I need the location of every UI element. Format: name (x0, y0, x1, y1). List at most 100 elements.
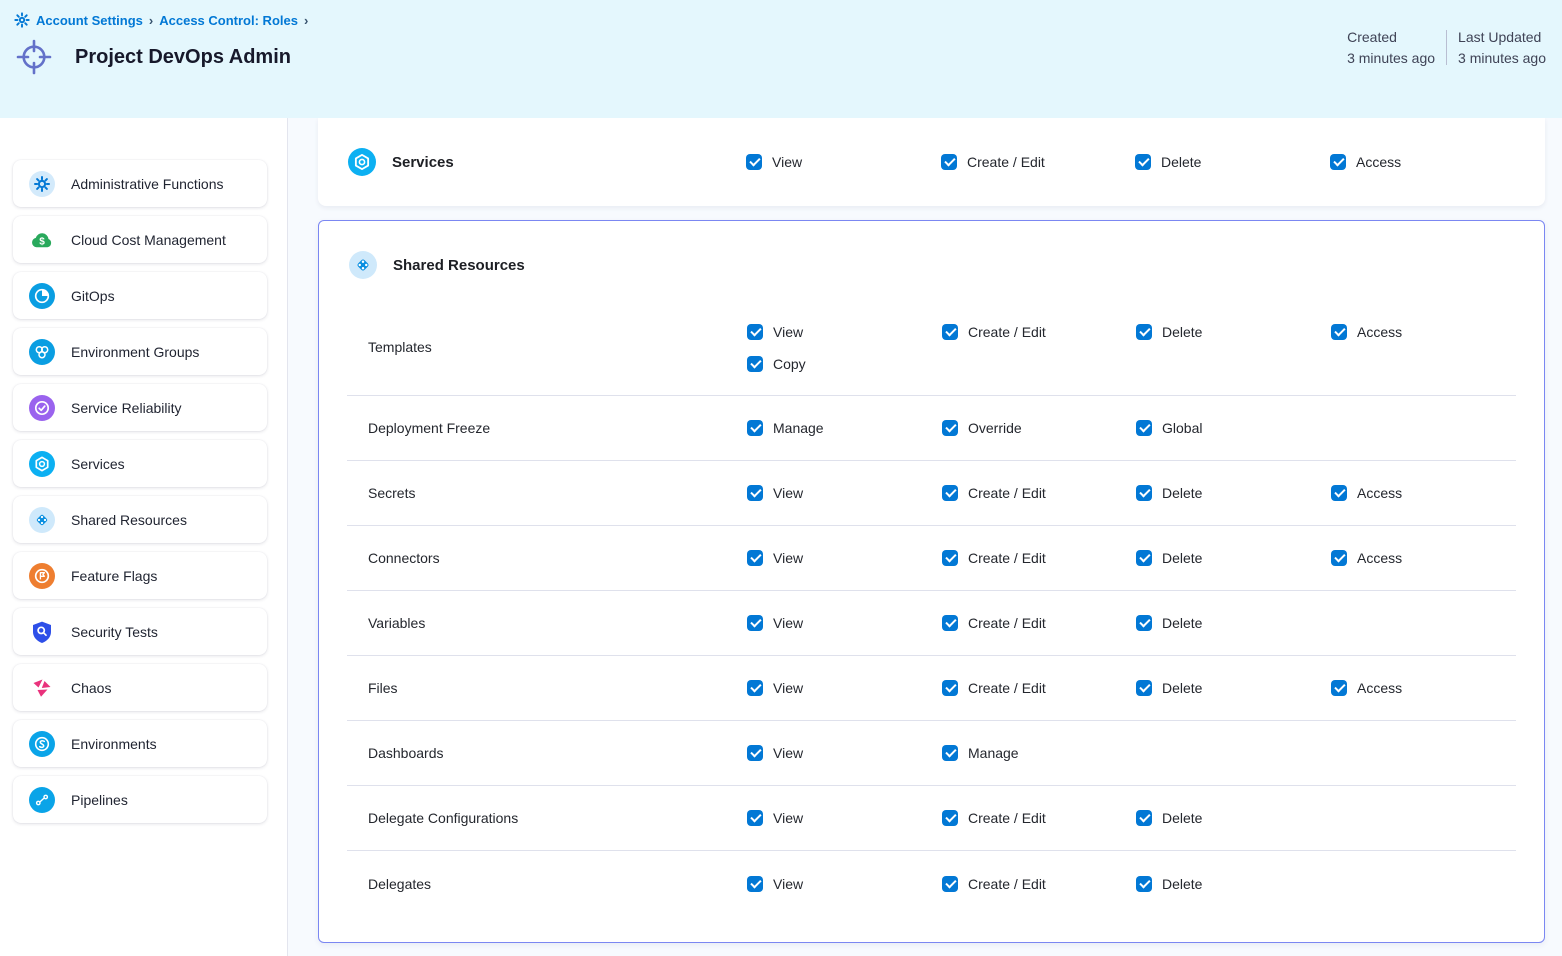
services-view-checkbox[interactable]: View (746, 154, 941, 170)
sidebar-item-shared-resources[interactable]: Shared Resources (13, 496, 267, 543)
sidebar-item-environment-groups[interactable]: Environment Groups (13, 328, 267, 375)
variables-view-checkbox[interactable]: View (747, 615, 942, 631)
checkbox-checked-icon[interactable] (942, 550, 958, 566)
files-view-checkbox[interactable]: View (747, 680, 942, 696)
breadcrumb: Account Settings › Access Control: Roles… (0, 0, 1562, 28)
checkbox-checked-icon[interactable] (1136, 550, 1152, 566)
created-value: 3 minutes ago (1347, 49, 1435, 67)
services-icon (348, 148, 376, 176)
dashboards-manage-checkbox[interactable]: Manage (942, 745, 1136, 761)
templates-access-checkbox[interactable]: Access (1331, 324, 1516, 340)
files-create-edit-checkbox[interactable]: Create / Edit (942, 680, 1136, 696)
checkbox-checked-icon[interactable] (1331, 485, 1347, 501)
checkbox-checked-icon[interactable] (747, 745, 763, 761)
sidebar-item-pipelines[interactable]: Pipelines (13, 776, 267, 823)
secrets-view-checkbox[interactable]: View (747, 485, 942, 501)
checkbox-checked-icon[interactable] (747, 810, 763, 826)
checkbox-checked-icon[interactable] (1135, 154, 1151, 170)
checkbox-checked-icon[interactable] (1136, 420, 1152, 436)
connectors-create-edit-checkbox[interactable]: Create / Edit (942, 550, 1136, 566)
sidebar-item-service-reliability[interactable]: Service Reliability (13, 384, 267, 431)
security-tests-icon (29, 619, 55, 645)
checkbox-checked-icon[interactable] (1331, 550, 1347, 566)
checkbox-checked-icon[interactable] (1136, 485, 1152, 501)
checkbox-checked-icon[interactable] (942, 324, 958, 340)
delegate-configurations-delete-checkbox[interactable]: Delete (1136, 810, 1331, 826)
templates-view-checkbox[interactable]: View (747, 324, 942, 340)
sidebar-item-environments[interactable]: Environments (13, 720, 267, 767)
checkbox-checked-icon[interactable] (942, 420, 958, 436)
breadcrumb-access-control-roles[interactable]: Access Control: Roles (159, 13, 298, 28)
secrets-delete-checkbox[interactable]: Delete (1136, 485, 1331, 501)
deployment-freeze-override-checkbox[interactable]: Override (942, 420, 1136, 436)
sidebar-item-administrative-functions[interactable]: Administrative Functions (13, 160, 267, 207)
checkbox-checked-icon[interactable] (942, 810, 958, 826)
services-access-checkbox[interactable]: Access (1330, 154, 1545, 170)
checkbox-checked-icon[interactable] (746, 154, 762, 170)
templates-copy-checkbox[interactable]: Copy (747, 356, 942, 372)
permission-row-files: Files View Create / Edit Delete Access (347, 656, 1516, 721)
delegates-view-checkbox[interactable]: View (747, 876, 942, 892)
services-icon (29, 451, 55, 477)
delegate-configurations-view-checkbox[interactable]: View (747, 810, 942, 826)
checkbox-checked-icon[interactable] (1136, 324, 1152, 340)
checkbox-checked-icon[interactable] (942, 680, 958, 696)
delegates-delete-checkbox[interactable]: Delete (1136, 876, 1331, 892)
checkbox-label: View (773, 324, 803, 340)
breadcrumb-account-settings[interactable]: Account Settings (36, 13, 143, 28)
checkbox-checked-icon[interactable] (747, 550, 763, 566)
checkbox-checked-icon[interactable] (747, 876, 763, 892)
sidebar-item-services[interactable]: Services (13, 440, 267, 487)
permission-row-variables: Variables View Create / Edit Delete (347, 591, 1516, 656)
checkbox-checked-icon[interactable] (1330, 154, 1346, 170)
sidebar-item-security-tests[interactable]: Security Tests (13, 608, 267, 655)
row-label: Connectors (368, 550, 747, 566)
breadcrumb-separator: › (149, 13, 153, 28)
sidebar-item-feature-flags[interactable]: Feature Flags (13, 552, 267, 599)
sidebar-item-chaos[interactable]: Chaos (13, 664, 267, 711)
checkbox-checked-icon[interactable] (942, 485, 958, 501)
checkbox-label: Delete (1162, 876, 1202, 892)
checkbox-checked-icon[interactable] (747, 420, 763, 436)
sidebar-item-cloud-cost-management[interactable]: $ Cloud Cost Management (13, 216, 267, 263)
sidebar-item-label: Feature Flags (71, 568, 157, 584)
dashboards-view-checkbox[interactable]: View (747, 745, 942, 761)
delegates-create-edit-checkbox[interactable]: Create / Edit (942, 876, 1136, 892)
secrets-access-checkbox[interactable]: Access (1331, 485, 1516, 501)
deployment-freeze-manage-checkbox[interactable]: Manage (747, 420, 942, 436)
sidebar-item-gitops[interactable]: GitOps (13, 272, 267, 319)
checkbox-checked-icon[interactable] (747, 356, 763, 372)
files-access-checkbox[interactable]: Access (1331, 680, 1516, 696)
templates-create-edit-checkbox[interactable]: Create / Edit (942, 324, 1136, 340)
checkbox-label: Create / Edit (968, 876, 1046, 892)
checkbox-checked-icon[interactable] (942, 876, 958, 892)
checkbox-checked-icon[interactable] (1136, 810, 1152, 826)
checkbox-checked-icon[interactable] (747, 615, 763, 631)
checkbox-checked-icon[interactable] (1136, 876, 1152, 892)
environment-groups-icon (29, 339, 55, 365)
checkbox-checked-icon[interactable] (1136, 680, 1152, 696)
checkbox-checked-icon[interactable] (1331, 324, 1347, 340)
files-delete-checkbox[interactable]: Delete (1136, 680, 1331, 696)
checkbox-label: View (773, 615, 803, 631)
checkbox-checked-icon[interactable] (942, 745, 958, 761)
permission-row-connectors: Connectors View Create / Edit Delete Acc… (347, 526, 1516, 591)
templates-delete-checkbox[interactable]: Delete (1136, 324, 1331, 340)
variables-delete-checkbox[interactable]: Delete (1136, 615, 1331, 631)
delegate-configurations-create-edit-checkbox[interactable]: Create / Edit (942, 810, 1136, 826)
secrets-create-edit-checkbox[interactable]: Create / Edit (942, 485, 1136, 501)
services-create-edit-checkbox[interactable]: Create / Edit (941, 154, 1135, 170)
checkbox-checked-icon[interactable] (1136, 615, 1152, 631)
checkbox-checked-icon[interactable] (1331, 680, 1347, 696)
connectors-delete-checkbox[interactable]: Delete (1136, 550, 1331, 566)
checkbox-checked-icon[interactable] (942, 615, 958, 631)
deployment-freeze-global-checkbox[interactable]: Global (1136, 420, 1331, 436)
connectors-view-checkbox[interactable]: View (747, 550, 942, 566)
checkbox-checked-icon[interactable] (747, 485, 763, 501)
checkbox-checked-icon[interactable] (941, 154, 957, 170)
variables-create-edit-checkbox[interactable]: Create / Edit (942, 615, 1136, 631)
checkbox-checked-icon[interactable] (747, 680, 763, 696)
checkbox-checked-icon[interactable] (747, 324, 763, 340)
services-delete-checkbox[interactable]: Delete (1135, 154, 1330, 170)
connectors-access-checkbox[interactable]: Access (1331, 550, 1516, 566)
